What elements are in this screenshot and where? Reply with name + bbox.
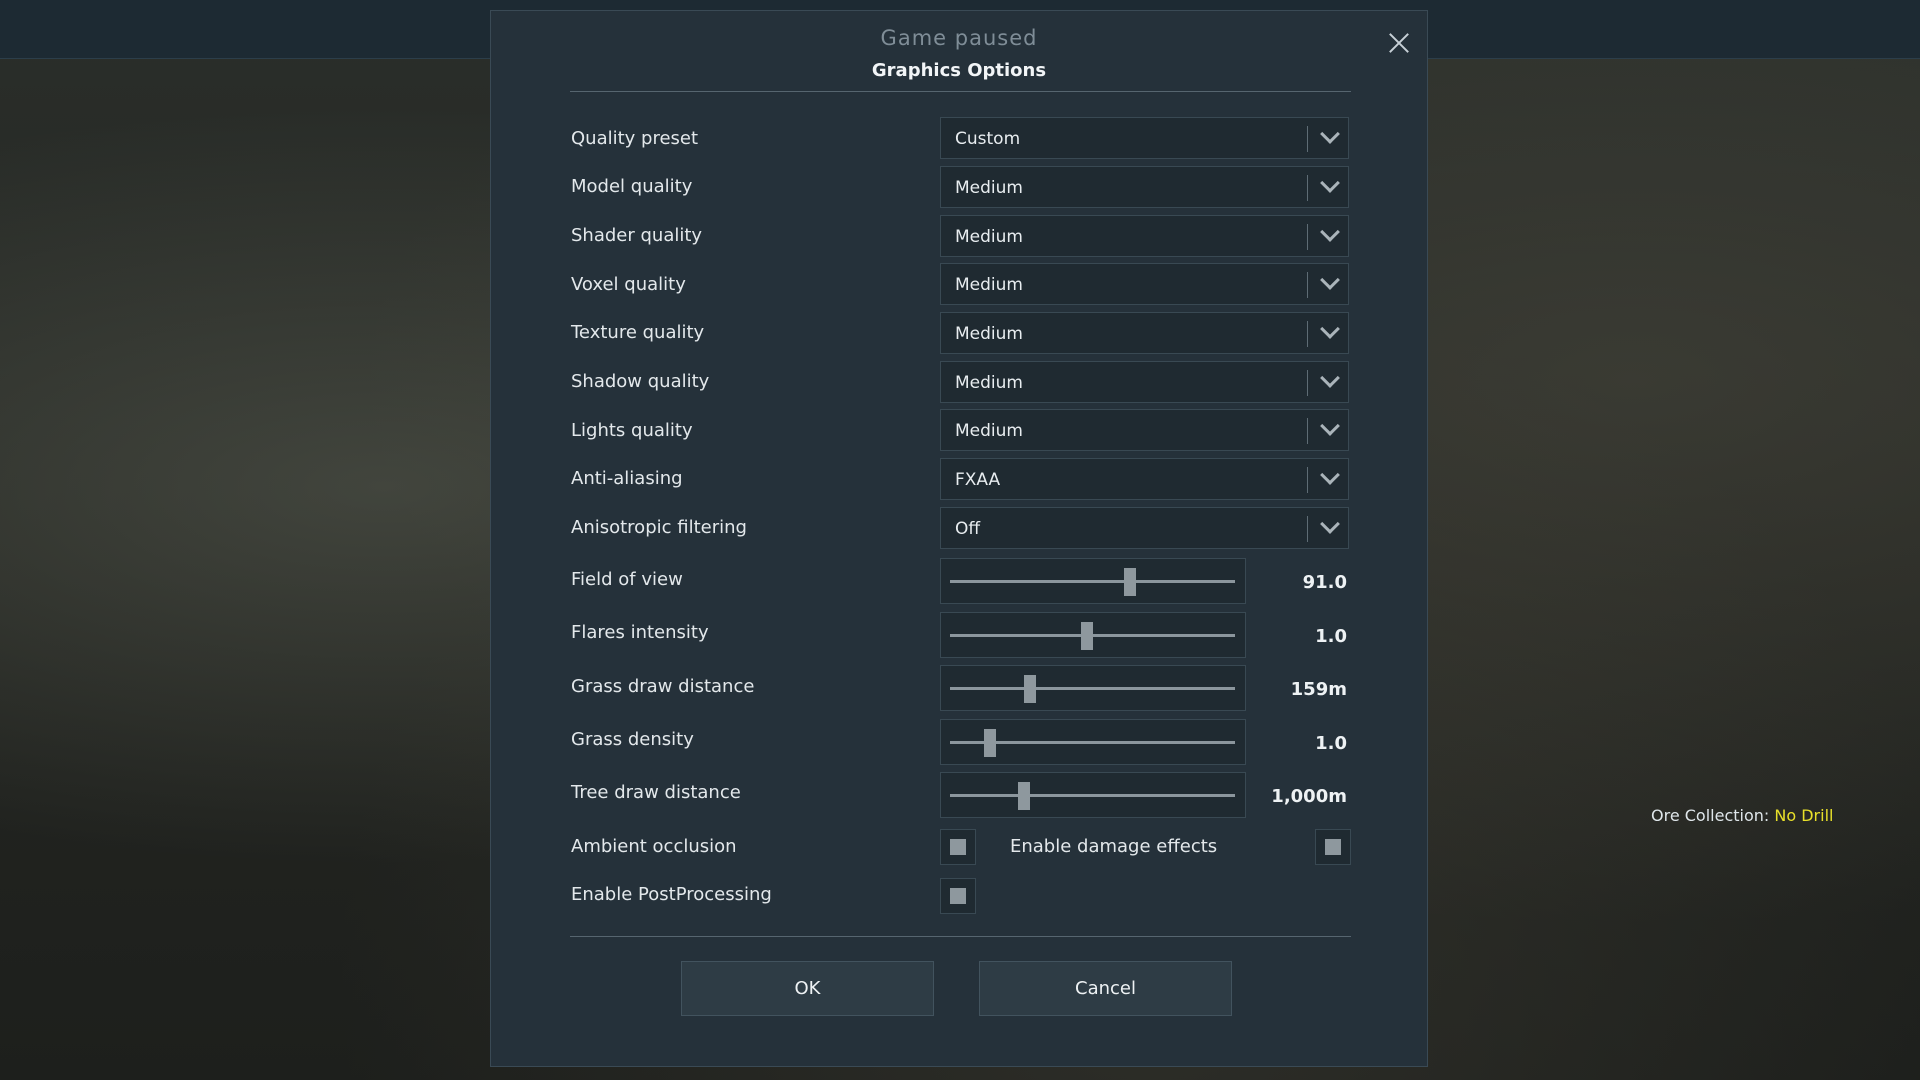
slider-thumb[interactable] (1080, 622, 1093, 650)
shadow-quality-dropdown[interactable]: Medium (940, 361, 1349, 403)
slider-track[interactable] (950, 675, 1235, 703)
texture-quality-label: Texture quality (571, 322, 705, 343)
chevron-down-icon[interactable] (1315, 414, 1345, 444)
graphics-options-dialog: Game paused Graphics Options Quality pre… (490, 10, 1428, 1067)
anti-aliasing-dropdown[interactable]: FXAA (940, 458, 1349, 500)
chevron-down-icon[interactable] (1315, 220, 1345, 250)
model-quality-dropdown[interactable]: Medium (940, 166, 1349, 208)
tree-draw-distance-value: 1,000m (1271, 786, 1347, 807)
field-of-view-slider[interactable] (940, 558, 1246, 604)
voxel-quality-dropdown[interactable]: Medium (940, 263, 1349, 305)
field-of-view-value: 91.0 (1302, 572, 1347, 593)
grass-draw-distance-value: 159m (1290, 679, 1347, 700)
chevron-down-icon[interactable] (1315, 463, 1345, 493)
flares-intensity-slider[interactable] (940, 612, 1246, 658)
flares-intensity-label: Flares intensity (571, 622, 709, 643)
chevron-down-icon[interactable] (1315, 171, 1345, 201)
dropdown-separator (1307, 175, 1308, 201)
chevron-down-icon[interactable] (1315, 268, 1345, 298)
grass-draw-distance-slider[interactable] (940, 665, 1246, 711)
dropdown-separator (1307, 467, 1308, 493)
chevron-down-icon[interactable] (1315, 512, 1345, 542)
slider-track[interactable] (950, 729, 1235, 757)
dropdown-separator (1307, 516, 1308, 542)
dropdown-value: Custom (955, 129, 1021, 149)
dialog-title: Graphics Options (871, 60, 1047, 81)
damage-effects-label: Enable damage effects (1010, 836, 1218, 857)
voxel-quality-label: Voxel quality (571, 274, 686, 295)
anisotropic-filtering-dropdown[interactable]: Off (940, 507, 1349, 549)
ambient-occlusion-label: Ambient occlusion (571, 836, 737, 857)
close-icon[interactable] (1384, 28, 1414, 58)
slider-track[interactable] (950, 782, 1235, 810)
grass-density-slider[interactable] (940, 719, 1246, 765)
chevron-down-icon[interactable] (1315, 317, 1345, 347)
cancel-button[interactable]: Cancel (979, 961, 1232, 1016)
quality-preset-label: Quality preset (571, 128, 699, 149)
tree-draw-distance-slider[interactable] (940, 772, 1246, 818)
field-of-view-label: Field of view (571, 569, 683, 590)
chevron-down-icon[interactable] (1315, 122, 1345, 152)
shader-quality-label: Shader quality (571, 225, 703, 246)
dropdown-separator (1307, 126, 1308, 152)
slider-track[interactable] (950, 568, 1235, 596)
post-processing-checkbox[interactable] (940, 878, 976, 914)
tree-draw-distance-label: Tree draw distance (571, 782, 741, 803)
slider-thumb[interactable] (1023, 675, 1036, 703)
dropdown-separator (1307, 272, 1308, 298)
dropdown-separator (1307, 224, 1308, 250)
anisotropic-filtering-label: Anisotropic filtering (571, 517, 747, 538)
ore-collection-value: No Drill (1774, 806, 1834, 825)
slider-thumb[interactable] (1123, 568, 1136, 596)
dropdown-value: Medium (955, 421, 1023, 441)
slider-thumb[interactable] (1018, 782, 1031, 810)
slider-track[interactable] (950, 622, 1235, 650)
post-processing-label: Enable PostProcessing (571, 884, 772, 905)
damage-effects-checkbox[interactable] (1315, 829, 1351, 865)
dropdown-value: Medium (955, 324, 1023, 344)
dropdown-value: Off (955, 519, 981, 539)
grass-density-value: 1.0 (1315, 733, 1347, 754)
dropdown-value: Medium (955, 373, 1023, 393)
flares-intensity-value: 1.0 (1315, 626, 1347, 647)
dropdown-value: FXAA (955, 470, 1001, 490)
ambient-occlusion-checkbox[interactable] (940, 829, 976, 865)
ok-button[interactable]: OK (681, 961, 934, 1016)
shader-quality-dropdown[interactable]: Medium (940, 215, 1349, 257)
footer-divider (570, 936, 1351, 937)
dropdown-separator (1307, 418, 1308, 444)
model-quality-label: Model quality (571, 176, 693, 197)
ore-collection-status: Ore Collection: No Drill (1651, 806, 1833, 825)
header-divider (570, 91, 1351, 92)
shadow-quality-label: Shadow quality (571, 371, 710, 392)
grass-density-label: Grass density (571, 729, 694, 750)
chevron-down-icon[interactable] (1315, 366, 1345, 396)
slider-thumb[interactable] (983, 729, 996, 757)
dropdown-value: Medium (955, 227, 1023, 247)
texture-quality-dropdown[interactable]: Medium (940, 312, 1349, 354)
lights-quality-dropdown[interactable]: Medium (940, 409, 1349, 451)
ore-collection-label: Ore Collection: (1651, 806, 1770, 825)
dropdown-separator (1307, 321, 1308, 347)
grass-draw-distance-label: Grass draw distance (571, 676, 755, 697)
dropdown-separator (1307, 370, 1308, 396)
quality-preset-dropdown[interactable]: Custom (940, 117, 1349, 159)
lights-quality-label: Lights quality (571, 420, 693, 441)
dropdown-value: Medium (955, 178, 1023, 198)
game-paused-header: Game paused (880, 26, 1038, 50)
anti-aliasing-label: Anti-aliasing (571, 468, 683, 489)
dropdown-value: Medium (955, 275, 1023, 295)
